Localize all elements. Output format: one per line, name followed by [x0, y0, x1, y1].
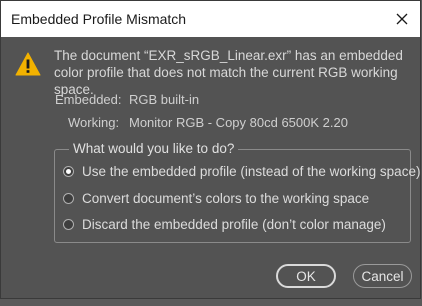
dialog-title: Embedded Profile Mismatch	[11, 11, 187, 27]
warning-icon	[15, 52, 41, 76]
option-convert[interactable]: Convert document’s colors to the working…	[63, 189, 369, 207]
option-discard-label: Discard the embedded profile (don’t colo…	[82, 216, 386, 232]
radio-selected-dot	[66, 168, 71, 174]
close-icon	[396, 13, 408, 25]
cancel-button[interactable]: Cancel	[353, 264, 412, 288]
working-value: Monitor RGB - Copy 80cd 6500K 2.20	[129, 115, 348, 130]
ok-button[interactable]: OK	[276, 264, 336, 288]
radio-convert[interactable]	[63, 192, 74, 204]
radio-discard[interactable]	[63, 218, 74, 230]
option-use-embedded[interactable]: Use the embedded profile (instead of the…	[63, 162, 420, 180]
embedded-label: Embedded:	[55, 92, 122, 107]
option-discard[interactable]: Discard the embedded profile (don’t colo…	[63, 215, 386, 233]
mismatch-message: The document “EXR_sRGB_Linear.exr” has a…	[54, 48, 403, 97]
options-question: What would you like to do?	[69, 141, 239, 156]
close-button[interactable]	[384, 1, 420, 37]
working-label: Working:	[68, 115, 120, 130]
profile-mismatch-dialog: Embedded Profile Mismatch The document “…	[0, 0, 421, 299]
option-use-embedded-label: Use the embedded profile (instead of the…	[82, 163, 421, 179]
embedded-value: RGB built-in	[129, 92, 200, 107]
radio-use-embedded[interactable]	[63, 165, 74, 177]
option-convert-label: Convert document’s colors to the working…	[82, 190, 370, 206]
title-bar: Embedded Profile Mismatch	[1, 1, 420, 37]
